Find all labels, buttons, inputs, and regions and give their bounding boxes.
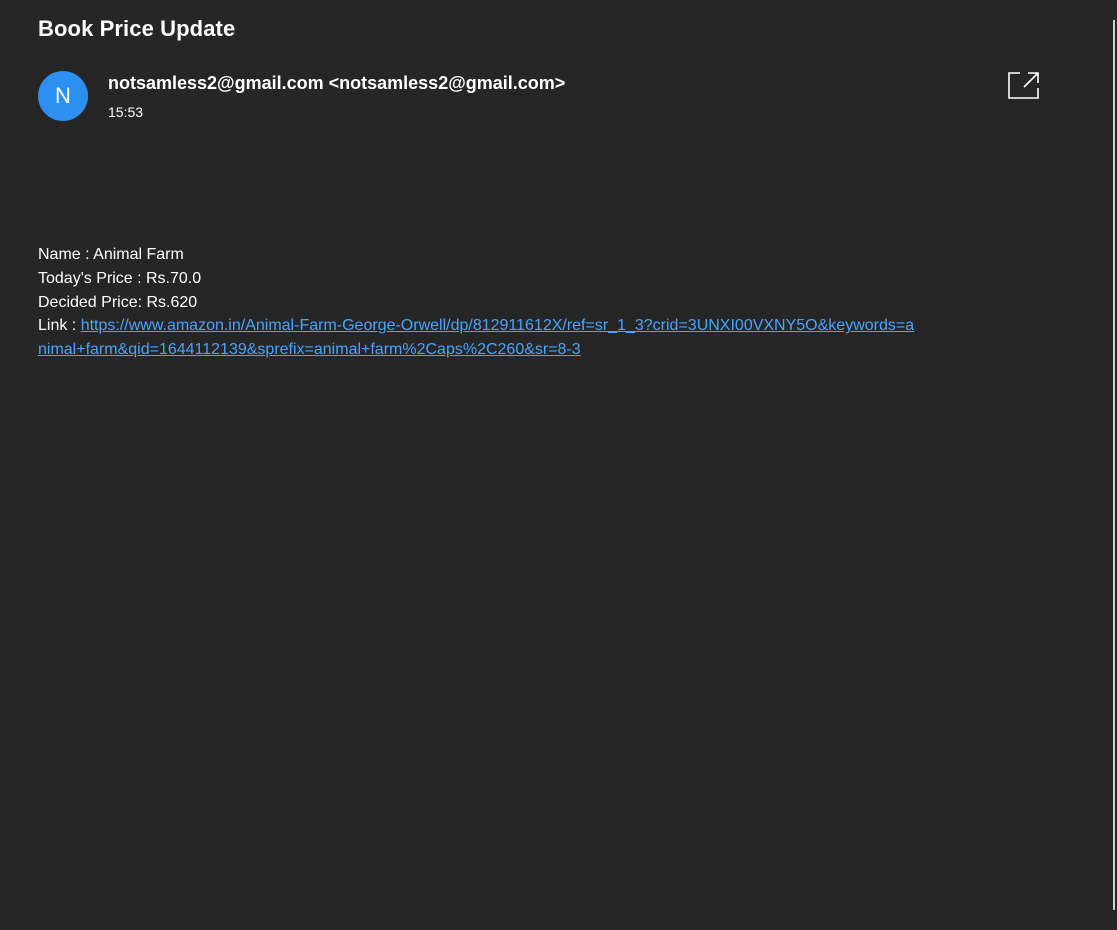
link-line: Link : https://www.amazon.in/Animal-Farm… [38,314,918,362]
message-body: Name : Animal Farm Today's Price : Rs.70… [38,243,918,362]
decided-price-label: Decided Price: [38,293,147,311]
book-name-label: Name : [38,246,94,263]
email-subject: Book Price Update [38,16,236,41]
open-in-new-window-button[interactable] [1006,70,1042,102]
open-in-new-window-icon [1006,70,1042,102]
book-name-line: Name : Animal Farm [38,243,918,267]
link-label: Link : [38,317,81,335]
todays-price-line: Today's Price : Rs.70.0 [38,267,918,291]
decided-price-value: Rs.620 [146,293,198,311]
sender-address[interactable]: notsamless2@gmail.com <notsamless2@gmail… [108,73,565,94]
email-timestamp: 15:53 [108,104,144,120]
scrollbar[interactable] [1113,20,1115,910]
todays-price-value: Rs.70.0 [145,269,202,287]
avatar-initial: N [55,83,71,108]
amazon-product-link[interactable]: https://www.amazon.in/Animal-Farm-George… [38,317,914,358]
book-name-value: Animal Farm [93,246,184,263]
sender-avatar[interactable]: N [38,71,88,121]
todays-price-label: Today's Price : [38,269,146,287]
decided-price-line: Decided Price: Rs.620 [38,291,918,315]
